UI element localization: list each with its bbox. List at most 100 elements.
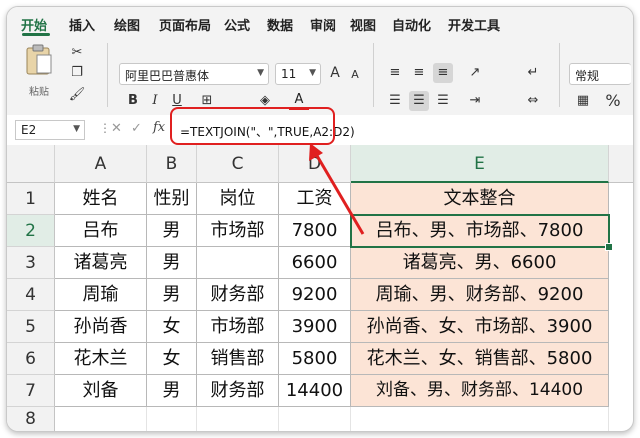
cell-c4[interactable]: 财务部 [197,279,279,311]
tab-home[interactable]: 开始 [21,15,47,34]
align-right-icon[interactable]: ☰ [433,91,453,111]
row-header-7[interactable]: 7 [7,375,55,407]
italic-button[interactable]: I [145,91,165,111]
shrink-font-button[interactable]: A [345,65,365,85]
cell-d1[interactable]: 工资 [279,183,351,215]
align-top-icon[interactable]: ≡ [385,63,405,83]
cell-a4[interactable]: 周瑜 [55,279,147,311]
tab-view[interactable]: 视图 [350,15,376,34]
cell-a5[interactable]: 孙尚香 [55,311,147,343]
cell-e5[interactable]: 孙尚香、女、市场部、3900 [351,311,609,343]
align-left-icon[interactable]: ☰ [385,91,405,111]
tab-review[interactable]: 审阅 [310,15,336,34]
cell-b8[interactable] [147,407,197,431]
cell-b4[interactable]: 男 [147,279,197,311]
select-all-corner[interactable] [7,145,55,183]
percent-button[interactable]: % [603,91,623,111]
cell-e1[interactable]: 文本整合 [351,183,609,215]
cell-a6[interactable]: 花木兰 [55,343,147,375]
indent-icon[interactable]: ⇥ [465,91,485,111]
cell-c3[interactable] [197,247,279,279]
cell-a2[interactable]: 吕布 [55,215,147,247]
name-box-value: E2 [21,123,37,137]
number-format-select[interactable]: 常规 [569,63,631,85]
cell-c6[interactable]: 销售部 [197,343,279,375]
enter-icon[interactable]: ✓ [131,121,142,136]
row-header-5[interactable]: 5 [7,311,55,343]
cell-d4[interactable]: 9200 [279,279,351,311]
cell-a3[interactable]: 诸葛亮 [55,247,147,279]
row-header-6[interactable]: 6 [7,343,55,375]
row-header-2[interactable]: 2 [7,215,55,247]
cell-d3[interactable]: 6600 [279,247,351,279]
currency-icon[interactable]: ▦ [573,91,593,111]
column-header-b[interactable]: B [147,145,197,183]
cell-e7[interactable]: 刘备、男、财务部、14400 [351,375,609,407]
column-header-d[interactable]: D [279,145,351,183]
row-header-4[interactable]: 4 [7,279,55,311]
cancel-icon[interactable]: ✕ [111,121,122,136]
tab-page-layout[interactable]: 页面布局 [159,15,211,34]
tab-formulas[interactable]: 公式 [224,15,250,34]
name-box[interactable]: E2 ▼ [15,120,85,140]
cell-e3[interactable]: 诸葛亮、男、6600 [351,247,609,279]
tab-draw[interactable]: 绘图 [114,15,140,34]
cell-a8[interactable] [55,407,147,431]
cell-b7[interactable]: 男 [147,375,197,407]
cell-d5[interactable]: 3900 [279,311,351,343]
align-center-icon[interactable]: ☰ [409,91,429,111]
font-size-select[interactable]: 11 ▼ [275,63,321,85]
cell-d7[interactable]: 14400 [279,375,351,407]
cell-b6[interactable]: 女 [147,343,197,375]
cell-c2[interactable]: 市场部 [197,215,279,247]
font-size-value: 11 [281,67,297,81]
cell-a1[interactable]: 姓名 [55,183,147,215]
cell-d2[interactable]: 7800 [279,215,351,247]
grow-font-button[interactable]: A [325,63,345,83]
row-header-3[interactable]: 3 [7,247,55,279]
cell-c5[interactable]: 市场部 [197,311,279,343]
cell-c1[interactable]: 岗位 [197,183,279,215]
cell-e8[interactable] [351,407,609,431]
cell-a7[interactable]: 刘备 [55,375,147,407]
cell-d6[interactable]: 5800 [279,343,351,375]
format-painter-icon[interactable]: 🖌 [67,85,87,105]
tab-data[interactable]: 数据 [267,15,293,34]
fx-button[interactable]: fx [153,120,165,135]
cell-b1[interactable]: 性别 [147,183,197,215]
column-header-c[interactable]: C [197,145,279,183]
cell-c7[interactable]: 财务部 [197,375,279,407]
column-header-e[interactable]: E [351,145,609,183]
tab-developer[interactable]: 开发工具 [448,15,500,34]
cell-b5[interactable]: 女 [147,311,197,343]
paste-label: 粘贴 [29,87,49,98]
column-header-a[interactable]: A [55,145,147,183]
merge-cells-icon[interactable]: ⇔ [523,91,543,111]
bold-button[interactable]: B [123,91,143,111]
chevron-down-icon: ▼ [257,68,264,78]
tab-automate[interactable]: 自动化 [392,15,431,34]
cell-e6[interactable]: 花木兰、女、销售部、5800 [351,343,609,375]
cell-b2[interactable]: 男 [147,215,197,247]
cut-icon[interactable]: ✂ [67,43,87,63]
column-header-f[interactable] [609,145,633,183]
copy-icon[interactable]: ❐ [67,63,87,83]
cell-e4[interactable]: 周瑜、男、财务部、9200 [351,279,609,311]
active-tab-indicator [22,33,50,36]
font-name-select[interactable]: 阿里巴巴普惠体 ▼ [119,63,269,85]
row-header-8[interactable]: 8 [7,407,55,431]
row-header-1[interactable]: 1 [7,183,55,215]
cell-e2[interactable]: 吕布、男、市场部、7800 [351,215,609,247]
fill-handle[interactable] [605,243,613,251]
align-middle-icon[interactable]: ≡ [409,63,429,83]
formula-highlight-box [170,107,335,145]
cell-c8[interactable] [197,407,279,431]
wrap-text-icon[interactable]: ↵ [523,63,543,83]
divider [373,43,374,107]
paste-button[interactable]: 粘贴 [19,43,59,105]
tab-insert[interactable]: 插入 [69,15,95,34]
align-bottom-icon[interactable]: ≡ [433,63,453,83]
cell-b3[interactable]: 男 [147,247,197,279]
orientation-icon[interactable]: ↗ [465,63,485,83]
cell-d8[interactable] [279,407,351,431]
